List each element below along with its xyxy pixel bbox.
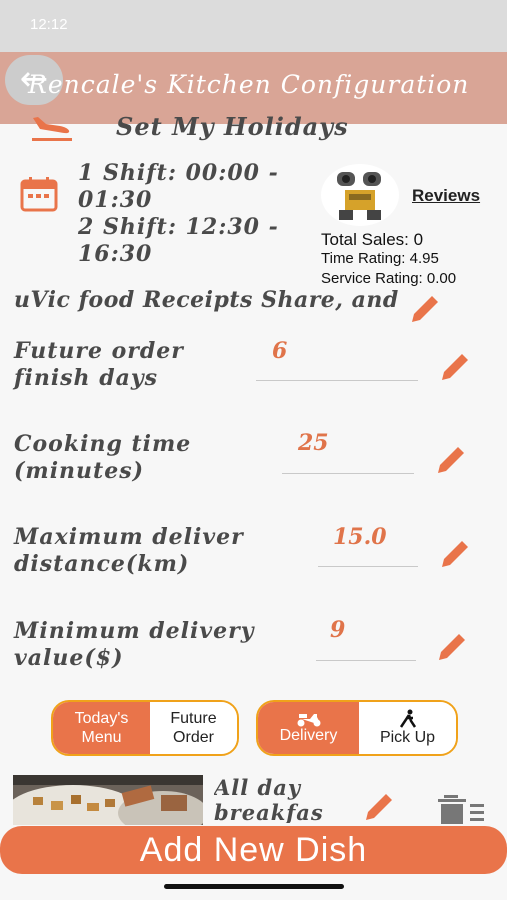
pick-up-label: Pick Up	[379, 729, 436, 746]
edit-cooking-time-pencil-icon[interactable]	[432, 441, 470, 479]
max-deliver-distance-underline	[318, 566, 418, 567]
edit-max-deliver-distance-pencil-icon[interactable]	[436, 535, 474, 573]
cooking-time-value[interactable]: 25	[298, 430, 329, 456]
min-delivery-value-value[interactable]: 9	[330, 617, 345, 643]
future-order-tab[interactable]: Future Order	[150, 702, 237, 754]
future-order-label: Future Order	[170, 710, 217, 746]
edit-dish-pencil-icon[interactable]	[360, 788, 398, 826]
dish-photo	[13, 775, 203, 825]
delete-dish-trash-icon[interactable]	[436, 792, 486, 824]
service-rating: Service Rating: 0.00	[321, 270, 457, 287]
shift-times[interactable]: 1 Shift: 00:00 - 01:30 2 Shift: 12:30 - …	[78, 160, 308, 268]
max-deliver-distance-label: Maximum deliver distance(km)	[14, 524, 244, 577]
home-indicator	[164, 884, 344, 889]
set-holidays-link[interactable]: Set My Holidays	[116, 112, 349, 141]
future-order-days-value[interactable]: 6	[272, 338, 287, 364]
add-new-dish-button[interactable]: Add New Dish	[0, 826, 507, 874]
edit-min-delivery-value-pencil-icon[interactable]	[433, 628, 471, 666]
status-time: 12:12	[30, 16, 68, 33]
page-title: Rencale's Kitchen Configuration	[28, 70, 470, 99]
scooter-icon	[297, 714, 320, 727]
shift-1-text: 1 Shift: 00:00 - 01:30	[78, 160, 279, 213]
edit-future-order-days-pencil-icon[interactable]	[436, 348, 474, 386]
todays-menu-label: Today's Menu	[74, 710, 129, 746]
delivery-tab[interactable]: Delivery	[258, 702, 359, 754]
delivery-label: Delivery	[279, 727, 338, 744]
time-rating: Time Rating: 4.95	[321, 250, 439, 267]
status-bar: 12:12	[0, 0, 507, 52]
avatar[interactable]	[321, 164, 399, 226]
total-sales: Total Sales: 0	[321, 230, 424, 249]
min-delivery-value-underline	[316, 660, 416, 661]
pick-up-tab[interactable]: Pick Up	[359, 702, 456, 754]
receipts-share-text: uVic food Receipts Share, and	[14, 287, 399, 313]
dish-image[interactable]	[13, 775, 203, 825]
robot-avatar-icon	[337, 172, 381, 220]
service-toggle: Delivery Pick Up	[256, 700, 458, 756]
shift-2-text: 2 Shift: 12:30 - 16:30	[78, 214, 279, 267]
cooking-time-underline	[282, 473, 414, 474]
menu-toggle: Today's Menu Future Order	[51, 700, 239, 756]
walking-person-icon	[399, 709, 416, 728]
max-deliver-distance-value[interactable]: 15.0	[333, 524, 387, 550]
min-delivery-value-label: Minimum delivery value($)	[14, 618, 255, 671]
future-order-days-underline	[256, 380, 418, 381]
todays-menu-tab[interactable]: Today's Menu	[53, 702, 150, 754]
dish-name[interactable]: All day breakfast	[214, 775, 324, 823]
calendar-icon[interactable]	[20, 176, 58, 212]
cooking-time-label: Cooking time (minutes)	[14, 431, 192, 484]
reviews-link[interactable]: Reviews	[412, 186, 480, 206]
edit-receipts-pencil-icon[interactable]	[406, 290, 444, 328]
airplane-landing-icon[interactable]	[30, 112, 74, 144]
future-order-days-label: Future order finish days	[14, 338, 184, 391]
